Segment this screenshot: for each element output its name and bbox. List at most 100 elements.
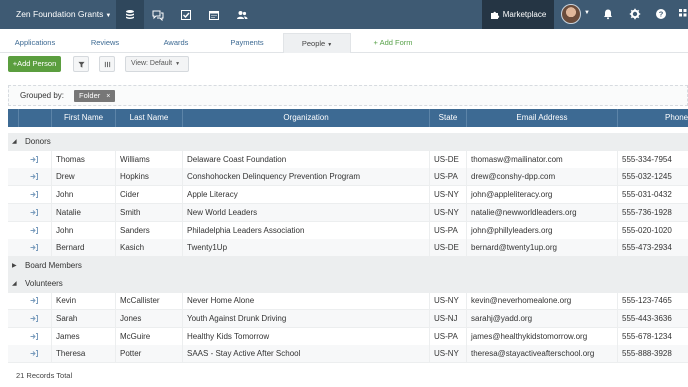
nav-chat[interactable] bbox=[144, 0, 172, 29]
cell-first-name: Kevin bbox=[52, 292, 116, 310]
cell-open bbox=[19, 239, 52, 257]
grid-icon[interactable] bbox=[679, 8, 688, 20]
app-title: Zen Foundation Grants bbox=[16, 9, 104, 19]
header-first-name[interactable]: First Name bbox=[52, 109, 116, 127]
records-total: 21 Records Total bbox=[16, 371, 73, 380]
filter-button[interactable] bbox=[73, 56, 89, 72]
table-header: First Name Last Name Organization State … bbox=[8, 109, 688, 127]
table-row[interactable]: James McGuire Healthy Kids Tomorrow US-PA ja… bbox=[8, 327, 688, 346]
cell-first-name: James bbox=[52, 327, 116, 345]
cell-organization: Apple Literacy bbox=[183, 186, 430, 204]
app-switcher[interactable]: Zen Foundation Grants ▼ bbox=[0, 0, 121, 29]
chat-icon bbox=[152, 10, 164, 21]
cell-email[interactable]: bernard@twenty1up.org bbox=[467, 239, 618, 257]
nav-database[interactable] bbox=[116, 0, 144, 29]
table-row[interactable]: Kevin McCallister Never Home Alone US-NY kev… bbox=[8, 292, 688, 311]
table-row[interactable]: Drew Hopkins Conshohocken Delinquency Prev… bbox=[8, 168, 688, 187]
help-icon[interactable]: ? bbox=[655, 8, 667, 20]
group-chip-folder[interactable]: Folder × bbox=[74, 90, 116, 102]
cell-phone: 555-888-3928 bbox=[618, 345, 688, 362]
columns-button[interactable] bbox=[99, 56, 115, 72]
cell-first-name: Bernard bbox=[52, 239, 116, 257]
add-person-button[interactable]: +Add Person bbox=[8, 56, 61, 72]
cell-email[interactable]: james@healthykidstomorrow.org bbox=[467, 327, 618, 345]
group-row[interactable]: ◢ Donors bbox=[8, 133, 688, 151]
cell-email[interactable]: drew@conshy-dpp.com bbox=[467, 168, 618, 186]
table-row[interactable]: John Cider Apple Literacy US-NY john@appleli… bbox=[8, 186, 688, 205]
filter-icon bbox=[77, 61, 85, 68]
cell-email[interactable]: kevin@neverhomealone.org bbox=[467, 292, 618, 310]
cell-first-name: John bbox=[52, 221, 116, 239]
header-last-name[interactable]: Last Name bbox=[116, 109, 183, 127]
cell-email[interactable]: theresa@stayactiveafterschool.org bbox=[467, 345, 618, 363]
cell-state: US-NY bbox=[430, 203, 467, 221]
avatar[interactable] bbox=[561, 4, 581, 24]
chevron-down-icon[interactable]: ▼ bbox=[584, 10, 590, 16]
tab-applications[interactable]: Applications bbox=[0, 33, 70, 53]
open-record-icon[interactable] bbox=[30, 208, 38, 216]
open-record-icon[interactable] bbox=[30, 173, 38, 181]
cell-state: US-DE bbox=[430, 239, 467, 257]
cell-last-name: Potter bbox=[116, 345, 183, 363]
nav-people[interactable] bbox=[228, 0, 256, 29]
cell-email[interactable]: thomasw@mailinator.com bbox=[467, 150, 618, 168]
open-record-icon[interactable] bbox=[30, 226, 38, 234]
cell-organization: Twenty1Up bbox=[183, 239, 430, 257]
cell-first-name: Theresa bbox=[52, 345, 116, 363]
cell-phone: 555-678-1234 bbox=[618, 328, 688, 345]
header-state[interactable]: State bbox=[430, 109, 467, 127]
cell-state: US-NY bbox=[430, 186, 467, 204]
cell-state: US-PA bbox=[430, 168, 467, 186]
tab-people[interactable]: People ▼ bbox=[283, 33, 351, 53]
bell-icon[interactable] bbox=[602, 8, 614, 20]
open-record-icon[interactable] bbox=[30, 155, 38, 163]
cell-open bbox=[19, 345, 52, 363]
tab-reviews[interactable]: Reviews bbox=[70, 33, 140, 53]
header-phone[interactable]: Phone bbox=[618, 109, 688, 127]
cell-phone: 555-736-1928 bbox=[618, 204, 688, 221]
nav-calendar[interactable] bbox=[200, 0, 228, 29]
gear-icon[interactable] bbox=[629, 8, 641, 20]
table-row[interactable]: Theresa Potter SAAS - Stay Active After Sc… bbox=[8, 345, 688, 364]
group-by-bar: Grouped by: Folder × bbox=[8, 85, 688, 106]
open-record-icon[interactable] bbox=[30, 297, 38, 305]
expand-icon[interactable]: ▶ bbox=[12, 257, 17, 275]
tab-payments[interactable]: Payments bbox=[212, 33, 282, 53]
open-record-icon[interactable] bbox=[30, 244, 38, 252]
cell-open bbox=[19, 221, 52, 239]
marketplace-button[interactable]: Marketplace bbox=[482, 0, 554, 29]
cell-last-name: Cider bbox=[116, 186, 183, 204]
group-row[interactable]: ▶ Board Members bbox=[8, 256, 688, 275]
cell-first-name: Sarah bbox=[52, 310, 116, 327]
cell-organization: Never Home Alone bbox=[183, 292, 430, 310]
tab-add-form[interactable]: + Add Form bbox=[360, 33, 426, 53]
cell-first-name: Thomas bbox=[52, 150, 116, 168]
table-row[interactable]: Thomas Williams Delaware Coast Foundation U… bbox=[8, 150, 688, 169]
cell-email[interactable]: sarahj@yadd.org bbox=[467, 310, 618, 327]
table-row[interactable]: Bernard Kasich Twenty1Up US-DE bernard@twent… bbox=[8, 239, 688, 258]
table-row[interactable]: John Sanders Philadelphia Leaders Associat… bbox=[8, 221, 688, 240]
header-email[interactable]: Email Address bbox=[467, 109, 618, 127]
group-row[interactable]: ◢ Volunteers bbox=[8, 274, 688, 293]
close-icon[interactable]: × bbox=[106, 93, 110, 100]
collapse-icon[interactable]: ◢ bbox=[12, 133, 17, 151]
cell-first-name: Drew bbox=[52, 168, 116, 186]
cell-email[interactable]: natalie@newworldleaders.org bbox=[467, 203, 618, 221]
table-row[interactable]: Natalie Smith New World Leaders US-NY natali… bbox=[8, 203, 688, 222]
cell-phone: 555-032-1245 bbox=[618, 168, 688, 185]
nav-tasks[interactable] bbox=[172, 0, 200, 29]
open-record-icon[interactable] bbox=[30, 315, 38, 322]
cell-state: US-NY bbox=[430, 345, 467, 363]
header-organization[interactable]: Organization bbox=[183, 109, 430, 127]
collapse-icon[interactable]: ◢ bbox=[12, 275, 17, 293]
tab-awards[interactable]: Awards bbox=[141, 33, 211, 53]
open-record-icon[interactable] bbox=[30, 350, 38, 358]
view-select[interactable]: View: Default ▼ bbox=[125, 56, 189, 72]
cell-email[interactable]: john@appleliteracy.org bbox=[467, 186, 618, 204]
open-record-icon[interactable] bbox=[30, 191, 38, 199]
open-record-icon[interactable] bbox=[30, 332, 38, 340]
database-icon bbox=[126, 9, 134, 19]
table-row[interactable]: Sarah Jones Youth Against Drunk Driving US-… bbox=[8, 310, 688, 328]
cell-email[interactable]: john@phillyleaders.org bbox=[467, 221, 618, 239]
cell-last-name: McCallister bbox=[116, 292, 183, 310]
